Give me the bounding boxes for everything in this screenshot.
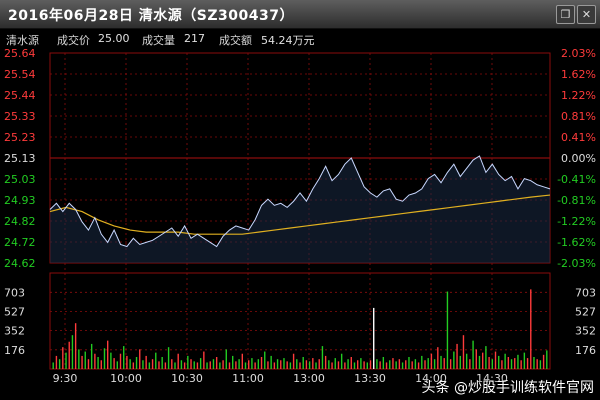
volume-label: 成交量: [142, 34, 175, 47]
time-tick-label: 11:00: [232, 372, 264, 385]
percent-tick-label: -1.22%: [557, 215, 596, 228]
price-tick-label: 25.54: [4, 68, 36, 81]
volume-tick-label-right: 703: [575, 286, 596, 299]
time-tick-label: 13:30: [354, 372, 386, 385]
price-label: 成交价: [57, 34, 90, 47]
percent-tick-label: -0.41%: [557, 173, 596, 186]
price-lines: [49, 155, 551, 263]
window-title: 2016年06月28日 清水源（SZ300437）: [8, 8, 294, 24]
percent-tick-label: 0.00%: [561, 152, 596, 165]
volume-axis: 703 703 527 527 352 352 176 176: [4, 286, 596, 356]
price-axis-left: 25.64 25.54 25.44 25.33 25.23 25.13 25.03 24.93…: [4, 47, 36, 270]
price-value: 25.00: [98, 32, 130, 45]
amount-value: 54.24万元: [261, 34, 315, 47]
price-tick-label: 25.33: [4, 110, 36, 123]
volume-value: 217: [184, 32, 205, 45]
volume-tick-label: 176: [4, 344, 25, 357]
percent-axis-right: 2.03% 1.62% 1.22% 0.81% 0.41% 0.00% -0.41% -0.8…: [557, 47, 596, 270]
volume-tick-label-right: 352: [575, 325, 596, 338]
price-tick-label: 25.03: [4, 173, 36, 186]
percent-tick-label: 2.03%: [561, 47, 596, 60]
close-button[interactable]: ✕: [577, 5, 596, 24]
price-tick-label: 25.64: [4, 47, 36, 60]
percent-tick-label: -1.62%: [557, 236, 596, 249]
time-tick-label: 10:30: [171, 372, 203, 385]
volume-panel-frame: [49, 272, 551, 370]
time-tick-label: 10:00: [110, 372, 142, 385]
percent-tick-label: 0.41%: [561, 131, 596, 144]
percent-tick-label: 0.81%: [561, 110, 596, 123]
amount-label: 成交额: [219, 34, 252, 47]
price-tick-label: 24.72: [4, 236, 36, 249]
price-tick-label: 25.23: [4, 131, 36, 144]
price-tick-label: 24.82: [4, 215, 36, 228]
time-tick-label: 9:30: [53, 372, 78, 385]
time-tick-label: 13:00: [293, 372, 325, 385]
price-tick-label: 25.13: [4, 152, 36, 165]
percent-tick-label: -2.03%: [557, 257, 596, 270]
percent-tick-label: 1.62%: [561, 68, 596, 81]
volume-tick-label-right: 176: [575, 344, 596, 357]
title-bar: 2016年06月28日 清水源（SZ300437） ❐ ✕: [0, 0, 600, 29]
price-tick-label: 25.44: [4, 89, 36, 102]
quote-info-bar: 清水源 成交价 25.00 成交量 217 成交额 54.24万元: [0, 29, 600, 47]
price-tick-label: 24.93: [4, 194, 36, 207]
intraday-chart: 25.64 25.54 25.44 25.33 25.23 25.13 25.03 24.93…: [4, 47, 596, 385]
percent-tick-label: 1.22%: [561, 89, 596, 102]
price-tick-label: 24.62: [4, 257, 36, 270]
volume-tick-label: 527: [4, 306, 25, 319]
volume-tick-label: 352: [4, 325, 25, 338]
restore-button[interactable]: ❐: [556, 5, 575, 24]
volume-bars: [52, 289, 548, 369]
percent-tick-label: -0.81%: [557, 194, 596, 207]
stock-name: 清水源: [6, 34, 39, 47]
volume-tick-label-right: 527: [575, 306, 596, 319]
price-area: [50, 155, 550, 263]
watermark: 头条 @炒股手训练软件官网: [421, 380, 594, 396]
volume-tick-label: 703: [4, 286, 25, 299]
